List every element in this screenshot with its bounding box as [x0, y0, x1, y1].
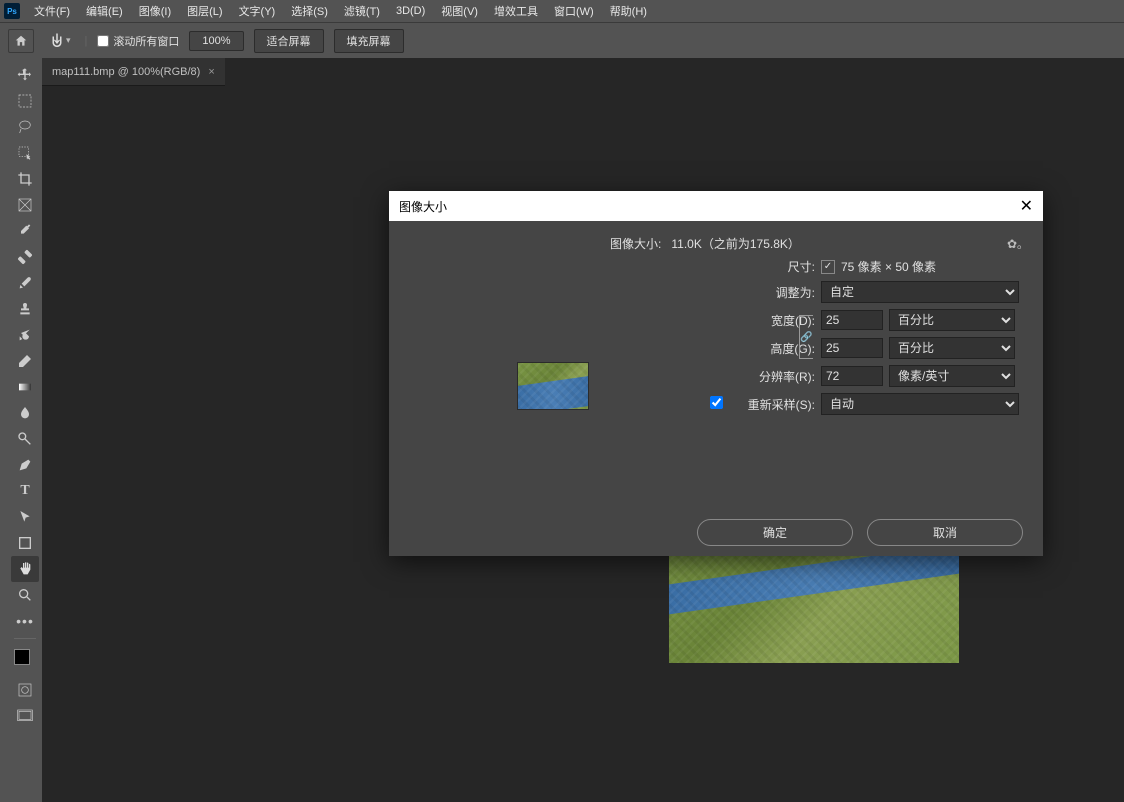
dialog-close-icon[interactable]: ✕	[1020, 196, 1033, 216]
menu-3d[interactable]: 3D(D)	[388, 3, 433, 19]
zoom-level-button[interactable]: 100%	[189, 31, 243, 51]
dimensions-value: 75 像素 × 50 像素	[841, 258, 936, 275]
dialog-preview	[403, 258, 703, 513]
tool-preset-hand[interactable]: ▾	[44, 30, 75, 52]
resolution-unit-select[interactable]: 像素/英寸	[889, 365, 1015, 387]
dialog-title: 图像大小	[399, 198, 447, 215]
canvas-area: map111.bmp @ 100%(RGB/8) × 图像大小 ✕ 图像大小: …	[42, 58, 1124, 802]
crop-tool[interactable]	[11, 166, 39, 192]
link-dimensions-icon[interactable]: 🔗	[799, 315, 813, 359]
blur-tool[interactable]	[11, 400, 39, 426]
scroll-all-label: 滚动所有窗口	[113, 33, 179, 49]
history-brush-tool[interactable]	[11, 322, 39, 348]
fit-to-label: 调整为:	[703, 284, 815, 301]
path-select-tool[interactable]	[11, 504, 39, 530]
menu-window[interactable]: 窗口(W)	[546, 1, 602, 21]
cancel-button[interactable]: 取消	[867, 519, 1023, 546]
eraser-tool[interactable]	[11, 348, 39, 374]
panel-dock	[0, 58, 8, 802]
height-input[interactable]	[821, 338, 883, 358]
stamp-tool[interactable]	[11, 296, 39, 322]
menu-view[interactable]: 视图(V)	[433, 1, 486, 21]
home-button[interactable]	[8, 29, 34, 53]
type-tool[interactable]: T	[11, 478, 39, 504]
dimensions-label: 尺寸:	[703, 258, 815, 275]
more-tools[interactable]: •••	[11, 608, 39, 634]
menu-file[interactable]: 文件(F)	[26, 1, 78, 21]
healing-tool[interactable]	[11, 244, 39, 270]
scroll-all-checkbox[interactable]: 滚动所有窗口	[97, 33, 179, 49]
close-tab-icon[interactable]: ×	[208, 66, 214, 78]
menu-select[interactable]: 选择(S)	[283, 1, 336, 21]
gradient-tool[interactable]	[11, 374, 39, 400]
menu-plugins[interactable]: 增效工具	[486, 1, 546, 21]
brush-tool[interactable]	[11, 270, 39, 296]
options-bar: ▾ | 滚动所有窗口 100% 适合屏幕 填充屏幕	[0, 22, 1124, 58]
screen-mode-icon[interactable]	[11, 703, 39, 729]
lasso-tool[interactable]	[11, 114, 39, 140]
width-unit-select[interactable]: 百分比	[889, 309, 1015, 331]
app-logo: Ps	[4, 3, 20, 19]
menu-bar: Ps 文件(F) 编辑(E) 图像(I) 图层(L) 文字(Y) 选择(S) 滤…	[0, 0, 1124, 22]
fit-screen-button[interactable]: 适合屏幕	[254, 29, 324, 53]
dodge-tool[interactable]	[11, 426, 39, 452]
ok-button[interactable]: 确定	[697, 519, 853, 546]
dialog-titlebar: 图像大小 ✕	[389, 191, 1043, 221]
menu-image[interactable]: 图像(I)	[131, 1, 179, 21]
image-size-dialog: 图像大小 ✕ 图像大小: 11.0K（之前为175.8K） ✿｡	[389, 191, 1043, 556]
menu-edit[interactable]: 编辑(E)	[78, 1, 131, 21]
menu-type[interactable]: 文字(Y)	[231, 1, 284, 21]
pen-tool[interactable]	[11, 452, 39, 478]
document-tab-label: map111.bmp @ 100%(RGB/8)	[52, 66, 200, 78]
quick-mask-icon[interactable]	[11, 677, 39, 703]
resolution-input[interactable]	[821, 366, 883, 386]
height-unit-select[interactable]: 百分比	[889, 337, 1015, 359]
color-swatch[interactable]	[14, 649, 36, 671]
object-select-tool[interactable]	[11, 140, 39, 166]
document-tab[interactable]: map111.bmp @ 100%(RGB/8) ×	[42, 58, 225, 86]
menu-help[interactable]: 帮助(H)	[602, 1, 655, 21]
resample-checkbox[interactable]	[710, 396, 723, 409]
eyedropper-tool[interactable]	[11, 218, 39, 244]
width-input[interactable]	[821, 310, 883, 330]
shape-tool[interactable]	[11, 530, 39, 556]
tool-palette: T •••	[8, 58, 42, 802]
menu-filter[interactable]: 滤镜(T)	[336, 1, 388, 21]
fit-to-select[interactable]: 自定	[821, 281, 1019, 303]
resample-select[interactable]: 自动	[821, 393, 1019, 415]
image-size-value: 11.0K（之前为175.8K）	[671, 237, 800, 251]
zoom-tool[interactable]	[11, 582, 39, 608]
resample-label: 重新采样(S):	[729, 396, 815, 413]
hand-tool[interactable]	[11, 556, 39, 582]
fill-screen-button[interactable]: 填充屏幕	[334, 29, 404, 53]
image-size-label: 图像大小:	[610, 237, 661, 251]
frame-tool[interactable]	[11, 192, 39, 218]
dimensions-toggle[interactable]: ✓	[821, 260, 835, 274]
marquee-tool[interactable]	[11, 88, 39, 114]
resolution-label: 分辨率(R):	[703, 368, 815, 385]
menu-layer[interactable]: 图层(L)	[179, 1, 230, 21]
gear-icon[interactable]: ✿｡	[1007, 235, 1023, 252]
move-tool[interactable]	[11, 62, 39, 88]
